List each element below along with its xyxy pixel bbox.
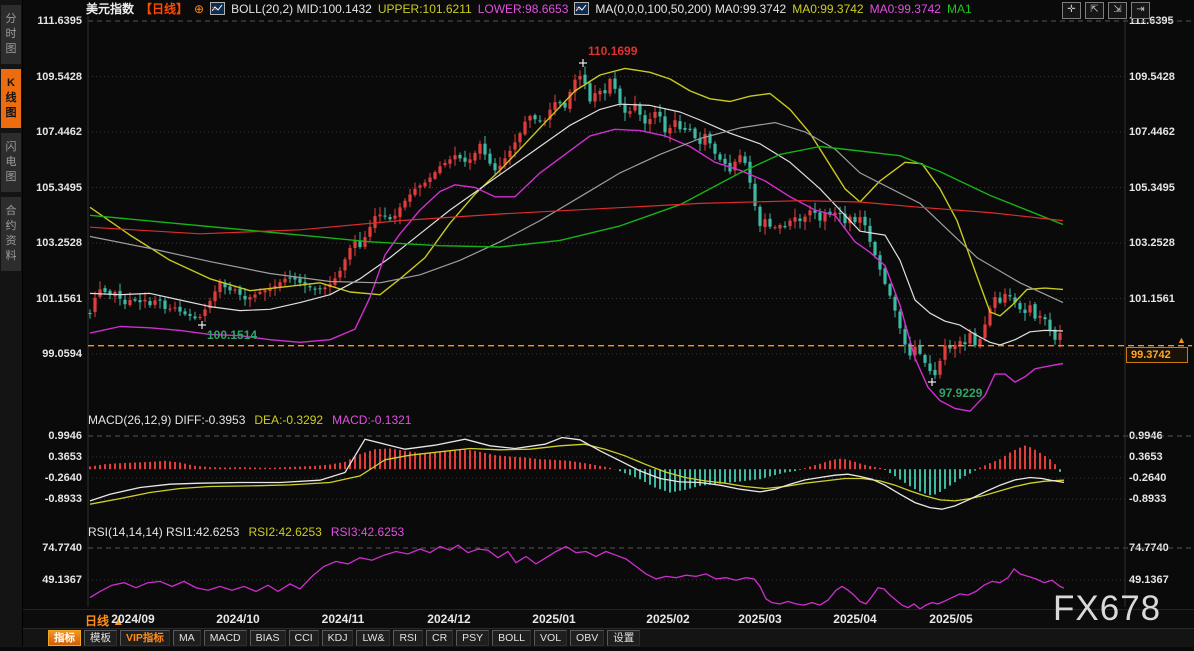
sidebar-tab-0[interactable]: 分时图 — [1, 5, 21, 64]
toolbar-button-BOLL[interactable]: BOLL — [492, 630, 531, 646]
crosshair-icon[interactable]: ✛ — [1062, 2, 1081, 19]
topbar-readout-1: 【日线】 — [140, 0, 188, 17]
x-axis-date: 2024/10 — [216, 612, 259, 626]
toolbar-button-PSY[interactable]: PSY — [456, 630, 489, 646]
tab-char: 资 — [1, 234, 21, 249]
tab-char: 约 — [1, 219, 21, 234]
topbar-readout-9: MA0:99.3742 — [792, 2, 863, 16]
macd-header-readout-0: MACD(26,12,9) DIFF:-0.3953 — [88, 413, 245, 427]
x-axis-date: 2025/04 — [833, 612, 876, 626]
x-axis-date: 2024/09 — [111, 612, 154, 626]
price-annotation: 100.1514 — [207, 328, 257, 342]
tab-char: 图 — [1, 106, 21, 121]
macd-header: MACD(26,12,9) DIFF:-0.3953 DEA:-0.3292 MAC… — [88, 413, 411, 427]
tab-char: 料 — [1, 249, 21, 264]
indicator-topbar: 美元指数【日线】 ⊕ BOLL(20,2) MID:100.1432 UPPER:10… — [86, 1, 972, 16]
tab-char: 线 — [1, 91, 21, 106]
chart-canvas[interactable] — [0, 0, 1194, 646]
overlay-line-boll-mid — [90, 104, 1063, 345]
tab-char: 分 — [1, 12, 21, 27]
toolbar-button-指标[interactable]: 指标 — [48, 630, 81, 646]
sidebar: 分时图K线图闪电图合约资料 — [0, 0, 23, 646]
pan-right-icon[interactable]: ⇥ — [1131, 2, 1150, 19]
scale-horizontal-icon[interactable]: ⇲ — [1108, 2, 1127, 19]
overlay-line-boll-upper — [90, 68, 1063, 316]
tab-char: 电 — [1, 155, 21, 170]
sidebar-tab-2[interactable]: 闪电图 — [1, 133, 21, 192]
rsi-header-readout-1: RSI2:42.6253 — [248, 525, 321, 539]
topbar-readout-4: BOLL(20,2) MID:100.1432 — [231, 2, 372, 16]
macd-header-readout-2: MACD:-0.1321 — [332, 413, 411, 427]
x-axis-date: 2024/11 — [322, 612, 365, 626]
toolbar-button-设置[interactable]: 设置 — [607, 630, 640, 646]
toolbar-button-LW&[interactable]: LW& — [356, 630, 390, 646]
sidebar-tab-3[interactable]: 合约资料 — [1, 197, 21, 271]
topbar-readout-2: ⊕ — [194, 2, 204, 16]
price-annotation: 97.9229 — [939, 386, 982, 400]
scale-vertical-icon[interactable]: ⇱ — [1085, 2, 1104, 19]
sidebar-tab-1[interactable]: K线图 — [1, 69, 21, 128]
tab-char: 合 — [1, 204, 21, 219]
macd-header-readout-1: DEA:-0.3292 — [254, 413, 323, 427]
rsi-header-readout-0: RSI(14,14,14) RSI1:42.6253 — [88, 525, 239, 539]
tab-char: K — [1, 76, 21, 91]
chart-controls: ✛⇱⇲⇥ — [1062, 2, 1150, 19]
current-price-tag: 99.3742 — [1126, 347, 1188, 363]
rsi-header-readout-2: RSI3:42.6253 — [331, 525, 404, 539]
macd-diff-line — [90, 438, 1064, 510]
price-annotation: 110.1699 — [588, 44, 637, 58]
toolbar-button-CCI[interactable]: CCI — [289, 630, 319, 646]
date-axis-row: 日线 ▲ 2024/092024/102024/112024/122025/01… — [22, 609, 1194, 629]
x-axis-date: 2025/01 — [532, 612, 575, 626]
toolbar-button-CR[interactable]: CR — [426, 630, 453, 646]
toolbar-button-OBV[interactable]: OBV — [570, 630, 604, 646]
toolbar-button-RSI[interactable]: RSI — [393, 630, 423, 646]
rsi-header: RSI(14,14,14) RSI1:42.6253 RSI2:42.6253 RS… — [88, 525, 404, 539]
topbar-readout-5: UPPER:101.6211 — [378, 2, 472, 16]
period-label: 日线 — [85, 614, 109, 628]
topbar-readout-11: MA1 — [947, 2, 972, 16]
toolbar-button-VOL[interactable]: VOL — [534, 630, 567, 646]
mini-chart-icon[interactable] — [210, 2, 225, 15]
topbar-readout-6: LOWER:98.6653 — [478, 2, 569, 16]
x-axis-date: 2025/02 — [646, 612, 689, 626]
toolbar-button-模板[interactable]: 模板 — [84, 630, 117, 646]
tab-char: 时 — [1, 27, 21, 42]
toolbar-button-VIP指标[interactable]: VIP指标 — [120, 630, 170, 646]
price-up-arrow-icon: ▲ — [1177, 335, 1186, 345]
topbar-readout-8: MA(0,0,0,100,50,200) MA0:99.3742 — [595, 2, 786, 16]
rsi-line — [90, 545, 1064, 609]
toolbar-button-KDJ[interactable]: KDJ — [322, 630, 354, 646]
topbar-readout-0: 美元指数 — [86, 0, 134, 17]
tab-char: 图 — [1, 170, 21, 185]
overlay-line-boll-lower — [90, 129, 1063, 411]
bottom-bar: 指标模板VIP指标MAMACDBIASCCIKDJLW&RSICRPSYBOLL… — [0, 628, 1194, 647]
indicator-toolbar: 指标模板VIP指标MAMACDBIASCCIKDJLW&RSICRPSYBOLL… — [48, 630, 640, 646]
x-axis-date: 2025/03 — [738, 612, 781, 626]
toolbar-button-MA[interactable]: MA — [173, 630, 201, 646]
toolbar-button-BIAS[interactable]: BIAS — [250, 630, 286, 646]
fx678-watermark: FX678 — [1053, 589, 1161, 629]
x-axis-date: 2024/12 — [427, 612, 470, 626]
topbar-readout-10: MA0:99.3742 — [870, 2, 941, 16]
tab-char: 图 — [1, 42, 21, 57]
x-axis-date: 2025/05 — [929, 612, 972, 626]
overlay-line-ma50 — [90, 123, 1063, 303]
mini-chart-icon[interactable] — [574, 2, 589, 15]
tab-char: 闪 — [1, 140, 21, 155]
toolbar-button-MACD[interactable]: MACD — [204, 630, 247, 646]
macd-dea-line — [90, 444, 1064, 504]
